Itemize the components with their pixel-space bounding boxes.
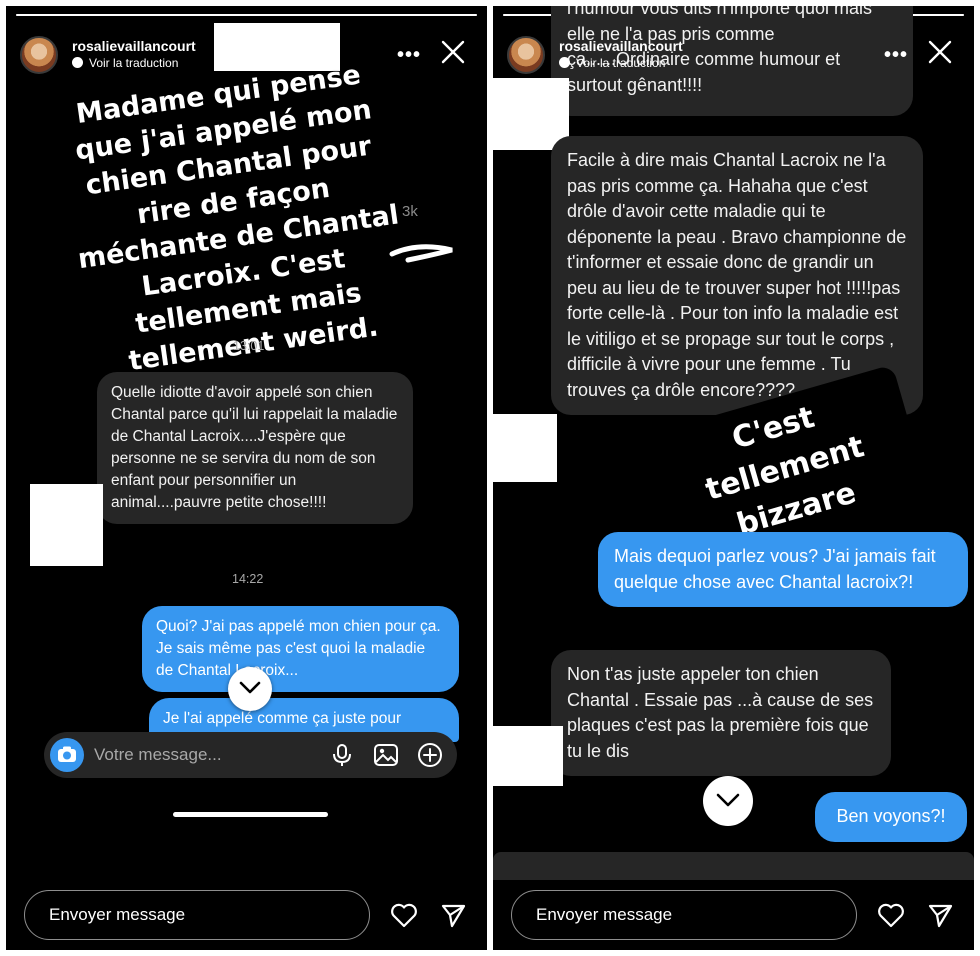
camera-button[interactable] <box>50 738 84 772</box>
incoming-message[interactable]: Non t'as juste appeler ton chien Chantal… <box>551 650 891 776</box>
more-icon[interactable]: ••• <box>884 44 908 67</box>
send-icon[interactable] <box>440 902 466 928</box>
message-input[interactable] <box>94 744 314 766</box>
close-icon[interactable] <box>926 38 954 66</box>
plus-icon[interactable] <box>417 742 443 768</box>
timestamp: 13:01 <box>233 339 265 353</box>
story-reply-bar <box>6 880 487 950</box>
see-translation-label: Voir la traduction <box>89 56 179 70</box>
story-header: rosalievaillancourt Voir la traduction •… <box>507 34 962 78</box>
send-icon[interactable] <box>927 902 953 928</box>
story-peek-text: 3k <box>402 203 418 220</box>
story-caption-text: Madame qui pense que j'ai appelé mon chi… <box>73 59 401 378</box>
close-icon[interactable] <box>439 38 467 66</box>
image-icon[interactable] <box>373 742 399 768</box>
outgoing-message[interactable]: Mais dequoi parlez vous? J'ai jamais fai… <box>598 532 968 607</box>
scribble-decoration <box>389 244 453 263</box>
scroll-to-bottom-button[interactable] <box>228 667 272 711</box>
outgoing-message[interactable]: Ben voyons?! <box>815 792 967 842</box>
redaction-box <box>493 78 569 150</box>
scroll-to-bottom-button[interactable] <box>703 776 753 826</box>
see-translation-link[interactable]: Voir la traduction <box>72 56 178 70</box>
story-panel-right: l'humour vous dits n'importe quoi mais e… <box>493 6 974 950</box>
microphone-icon[interactable] <box>329 742 355 768</box>
chevron-down-icon <box>239 681 261 694</box>
heart-icon[interactable] <box>390 902 418 928</box>
home-indicator <box>173 812 328 817</box>
username[interactable]: rosalievaillancourt <box>72 38 196 54</box>
send-message-input[interactable] <box>24 890 370 940</box>
incoming-message[interactable]: Quelle idiotte d'avoir appelé son chien … <box>97 372 413 524</box>
username[interactable]: rosalievaillancourt <box>559 38 683 54</box>
more-icon[interactable]: ••• <box>397 44 421 67</box>
message-composer <box>44 732 457 778</box>
story-progress-bar <box>16 14 477 16</box>
see-translation-label: Voir la traduction <box>576 56 666 70</box>
heart-icon[interactable] <box>877 902 905 928</box>
see-translation-link[interactable]: Voir la traduction <box>559 56 665 70</box>
outgoing-message[interactable]: Quoi? J'ai pas appelé mon chien pour ça.… <box>142 606 459 692</box>
avatar[interactable] <box>507 36 545 74</box>
redaction-box <box>30 484 103 566</box>
story-caption: Madame qui pense que j'ai appelé mon chi… <box>48 54 425 387</box>
redaction-box <box>493 414 557 482</box>
globe-icon <box>559 57 570 68</box>
avatar[interactable] <box>20 36 58 74</box>
globe-icon <box>72 57 83 68</box>
camera-icon <box>58 746 76 762</box>
send-message-input[interactable] <box>511 890 857 940</box>
story-reply-bar <box>493 880 974 950</box>
story-panel-left: rosalievaillancourt Voir la traduction •… <box>6 6 487 950</box>
redaction-box <box>493 726 563 786</box>
chevron-down-icon <box>716 793 740 807</box>
timestamp: 14:22 <box>232 572 264 586</box>
